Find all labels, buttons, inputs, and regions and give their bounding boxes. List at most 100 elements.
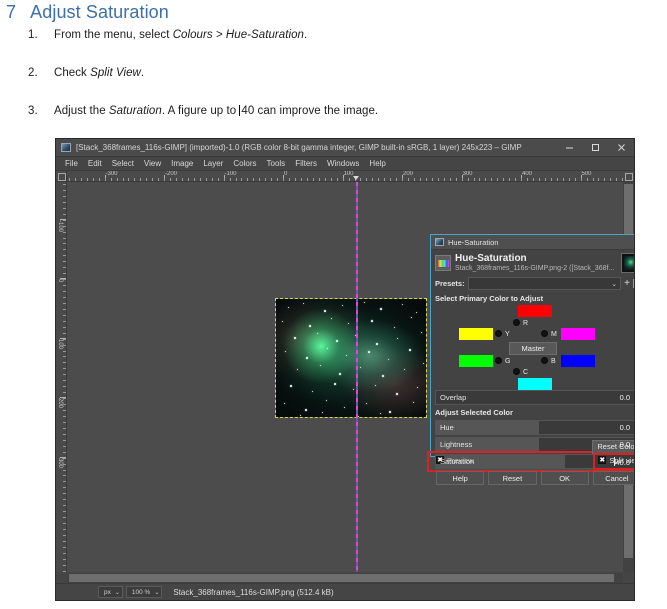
color-radio-r[interactable] [513, 319, 520, 326]
ok-button[interactable]: OK [540, 470, 589, 485]
color-swatch-r[interactable] [518, 305, 552, 317]
maximize-icon[interactable] [582, 139, 608, 157]
color-label-b: B [551, 358, 556, 365]
dialog-titlebar: Hue-Saturation ✕ [431, 235, 634, 250]
star [334, 383, 336, 385]
color-radio-y[interactable] [495, 330, 502, 337]
color-label-m: M [551, 331, 557, 338]
menu-image[interactable]: Image [166, 159, 198, 168]
star [380, 308, 382, 310]
presets-label: Presets: [435, 279, 465, 288]
image-thumbnail[interactable] [621, 253, 634, 273]
color-radio-m[interactable] [541, 330, 548, 337]
gimp-app-icon [61, 143, 71, 152]
lightness-stepper[interactable]: ▲▼ [632, 438, 635, 451]
chevron-down-icon: ⌄ [611, 280, 618, 288]
star [413, 402, 415, 404]
color-swatch-m[interactable] [561, 328, 595, 340]
menu-view[interactable]: View [139, 159, 166, 168]
presets-dropdown[interactable]: ⌄ [467, 277, 622, 290]
hue-slider[interactable]: Hue 0.0 ▲▼ [435, 420, 635, 435]
star [288, 307, 290, 309]
menu-windows[interactable]: Windows [322, 159, 364, 168]
star [346, 355, 348, 357]
zoom-value: 100 % [131, 588, 151, 596]
menu-select[interactable]: Select [107, 159, 139, 168]
step-2-post: . [140, 67, 145, 79]
ruler-zoom-button[interactable] [623, 171, 634, 182]
horizontal-ruler[interactable]: -300 -200 -100 0 100 200 300 400 500 [67, 171, 623, 182]
dialog-app-icon [435, 238, 444, 246]
color-radio-c[interactable] [513, 368, 520, 375]
help-button[interactable]: Help [436, 470, 485, 485]
color-swatch-g[interactable] [459, 355, 493, 367]
star [402, 304, 404, 306]
star [397, 338, 399, 340]
menu-file[interactable]: File [60, 159, 83, 168]
step-3-pre: Adjust the [54, 105, 109, 117]
canvas-horizontal-scrollbar[interactable] [67, 573, 623, 583]
star [376, 343, 378, 345]
add-preset-button[interactable]: + [624, 278, 630, 289]
color-swatch-c[interactable] [518, 378, 552, 390]
zoom-selector[interactable]: 100 % ⌄ [125, 586, 163, 598]
star [353, 389, 355, 391]
master-button[interactable]: Master [509, 342, 557, 355]
overlap-stepper[interactable]: ▲▼ [632, 391, 635, 404]
dialog-subheading: Stack_368frames_116s-GIMP.png-2 ([Stack_… [455, 265, 615, 272]
menu-help[interactable]: Help [364, 159, 390, 168]
step-2-index: 2. [28, 67, 38, 79]
ruler-origin-button[interactable] [56, 171, 67, 182]
color-swatch-y[interactable] [459, 328, 493, 340]
color-swatch-b[interactable] [561, 355, 595, 367]
step-2-pre: Check [54, 67, 91, 79]
star [309, 325, 311, 327]
step-3-post: . A figure up to [161, 105, 240, 117]
hruler-label: 100 [343, 171, 354, 177]
overlap-label: Overlap [440, 393, 467, 402]
menu-edit[interactable]: Edit [83, 159, 107, 168]
split-view-divider[interactable] [356, 182, 358, 572]
chevron-down-icon: ⌄ [154, 589, 160, 596]
lightness-value: 0.0 [619, 440, 630, 449]
preset-menu-button[interactable] [633, 279, 634, 288]
unit-value: px [104, 588, 111, 596]
gimp-menubar[interactable]: File Edit Select View Image Layer Colors… [56, 157, 634, 171]
vertical-ruler[interactable]: -100 0 100 200 300 [56, 182, 67, 572]
image-layer-boundary [275, 298, 427, 418]
close-icon[interactable] [608, 139, 634, 157]
reset-button[interactable]: Reset [488, 470, 537, 485]
hscroll-thumb[interactable] [69, 574, 614, 582]
menu-colors[interactable]: Colors [228, 159, 261, 168]
unit-selector[interactable]: px ⌄ [98, 586, 123, 598]
hue-label: Hue [440, 423, 454, 432]
color-label-y: Y [505, 331, 510, 338]
cancel-button[interactable]: Cancel [592, 470, 634, 485]
menu-filters[interactable]: Filters [290, 159, 322, 168]
star [327, 348, 329, 350]
primary-color-selector: R Y M G B C Master [435, 304, 634, 390]
presets-row: Presets: ⌄ + [431, 275, 634, 293]
star [417, 387, 419, 389]
color-radio-g[interactable] [495, 357, 502, 364]
heading-text: Adjust Saturation [30, 2, 169, 22]
step-3-index: 3. [28, 105, 38, 117]
minimize-icon[interactable] [556, 139, 582, 157]
saturation-stepper[interactable]: ▲▼ [632, 455, 635, 468]
step-3-post2: 40 can improve the image. [241, 105, 379, 117]
overlap-slider[interactable]: Overlap 0.0 ▲▼ [435, 390, 635, 405]
menu-layer[interactable]: Layer [198, 159, 228, 168]
color-radio-b[interactable] [541, 357, 548, 364]
page-title: 7 Adjust Saturation [6, 2, 169, 23]
star [306, 357, 308, 359]
hue-stepper[interactable]: ▲▼ [632, 421, 635, 434]
split-view-checkbox[interactable]: ✖ [598, 456, 607, 464]
hruler-label: -300 [105, 171, 118, 177]
star [389, 411, 391, 413]
menu-tools[interactable]: Tools [262, 159, 291, 168]
star [297, 369, 299, 371]
lightness-label: Lightness [440, 440, 473, 449]
star [416, 312, 418, 314]
dialog-close-icon[interactable]: ✕ [628, 237, 634, 248]
hruler-label: 400 [522, 171, 533, 177]
